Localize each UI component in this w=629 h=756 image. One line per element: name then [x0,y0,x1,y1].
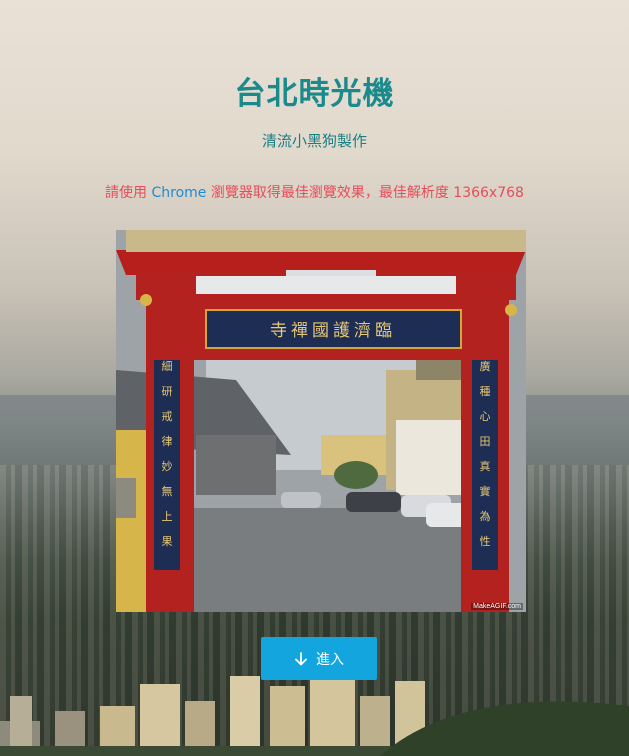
temple-gate-photo: 寺禪國護濟臨 細研戒律妙無上果 廣種心田真實為性 MakeAGIF.com [116,230,526,612]
browser-name: Chrome [151,185,207,201]
arrow-down-icon [294,651,308,666]
notice-text-after: 瀏覽器取得最佳瀏覽效果，最佳解析度 1366x768 [206,185,524,201]
enter-button[interactable]: 進入 [261,637,377,680]
page-title: 台北時光機 [234,76,395,112]
notice-text-before: 請使用 [105,185,152,201]
author-credit: 清流小黑狗製作 [261,132,367,150]
photo-watermark: MakeAGIF.com [471,603,523,610]
enter-button-label: 進入 [316,651,344,668]
browser-notice: 請使用 Chrome 瀏覽器取得最佳瀏覽效果，最佳解析度 1366x768 [0,182,629,202]
plaque-text: 寺禪國護濟臨 [270,321,396,341]
